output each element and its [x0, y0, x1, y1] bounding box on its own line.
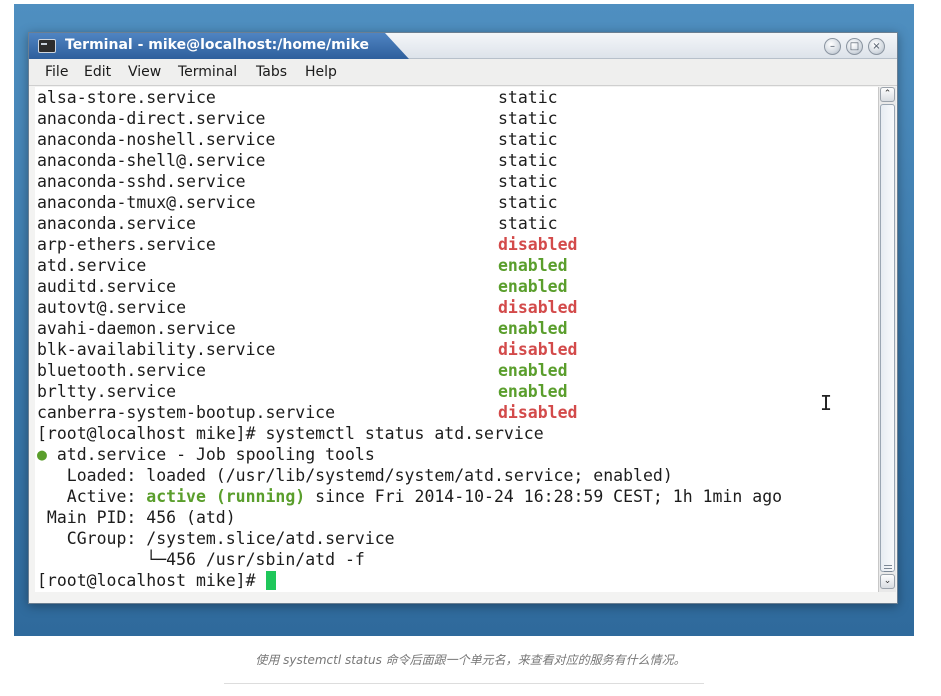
terminal-output[interactable]: alsa-store.service static anaconda-direct.… [35, 87, 878, 592]
unit-row: blk-availability.service disabled [37, 339, 577, 360]
status-header-text: atd.service - Job spooling tools [46, 445, 375, 464]
unit-state: enabled [498, 319, 568, 338]
unit-row: brltty.service enabled [37, 381, 568, 402]
menu-bar: File Edit View Terminal Tabs Help [29, 59, 897, 86]
unit-row: arp-ethers.service disabled [37, 234, 577, 255]
unit-name: anaconda-direct.service [37, 109, 266, 128]
unit-row: anaconda-tmux@.service static [37, 192, 558, 213]
menu-file[interactable]: File [45, 64, 68, 80]
unit-state: static [498, 88, 558, 107]
status-active-prefix: Active: [37, 487, 147, 506]
unit-state: static [498, 109, 558, 128]
menu-help[interactable]: Help [305, 64, 337, 80]
unit-name: bluetooth.service [37, 361, 206, 380]
unit-row: anaconda.service static [37, 213, 558, 234]
unit-name: auditd.service [37, 277, 177, 296]
menu-edit[interactable]: Edit [84, 64, 111, 80]
unit-state: enabled [498, 361, 568, 380]
unit-row: anaconda-sshd.service static [37, 171, 558, 192]
unit-state: enabled [498, 256, 568, 275]
status-header: ● atd.service - Job spooling tools [37, 444, 375, 465]
unit-row: anaconda-noshell.service static [37, 129, 558, 150]
unit-name: autovt@.service [37, 298, 187, 317]
caption-divider [224, 683, 704, 684]
scroll-up-arrow-icon[interactable]: ⌃ [880, 87, 895, 102]
unit-name: blk-availability.service [37, 340, 276, 359]
image-caption: 使用 systemctl status 命令后面跟一个单元名，来查看对应的服务有… [255, 653, 686, 667]
unit-row: anaconda-direct.service static [37, 108, 558, 129]
terminal-app-icon [38, 39, 56, 53]
unit-state: static [498, 214, 558, 233]
window-title: Terminal - mike@localhost:/home/mike [65, 37, 369, 53]
unit-name: brltty.service [37, 382, 177, 401]
title-bar[interactable]: Terminal - mike@localhost:/home/mike – □… [29, 33, 897, 59]
status-active-state: active (running) [146, 487, 306, 506]
mouse-ibeam-cursor-icon: I [820, 391, 833, 415]
unit-row: bluetooth.service enabled [37, 360, 568, 381]
status-main-pid: Main PID: 456 (atd) [37, 508, 236, 527]
unit-name: anaconda-sshd.service [37, 172, 246, 191]
unit-state: disabled [498, 298, 578, 317]
menu-view[interactable]: View [128, 64, 161, 80]
scrollbar-thumb[interactable] [880, 104, 895, 572]
command-line: [root@localhost mike]# systemctl status … [37, 424, 544, 443]
unit-name: arp-ethers.service [37, 235, 216, 254]
active-dot-icon: ● [37, 445, 47, 464]
unit-state: static [498, 151, 558, 170]
unit-state: enabled [498, 382, 568, 401]
prompt-text: [root@localhost mike]# [37, 571, 266, 590]
unit-state: static [498, 130, 558, 149]
vertical-scrollbar[interactable]: ⌃ ⌄ [878, 87, 896, 592]
unit-name: avahi-daemon.service [37, 319, 236, 338]
status-cgroup-child: └─456 /usr/sbin/atd -f [37, 550, 365, 569]
unit-row: alsa-store.service static [37, 87, 558, 108]
unit-row: anaconda-shell@.service static [37, 150, 558, 171]
status-active: Active: active (running) since Fri 2014-… [37, 486, 782, 507]
minimize-button[interactable]: – [824, 38, 841, 55]
unit-name: anaconda-shell@.service [37, 151, 266, 170]
menu-tabs[interactable]: Tabs [256, 64, 287, 80]
unit-state: static [498, 172, 558, 191]
unit-state: static [498, 193, 558, 212]
terminal-window: Terminal - mike@localhost:/home/mike – □… [28, 32, 898, 604]
unit-state: enabled [498, 277, 568, 296]
unit-row: atd.service enabled [37, 255, 568, 276]
unit-name: anaconda-noshell.service [37, 130, 276, 149]
unit-row: auditd.service enabled [37, 276, 568, 297]
close-button[interactable]: × [868, 38, 885, 55]
status-loaded: Loaded: loaded (/usr/lib/systemd/system/… [37, 466, 673, 485]
unit-name: canberra-system-bootup.service [37, 403, 336, 422]
unit-row: canberra-system-bootup.service disabled [37, 402, 577, 423]
unit-name: alsa-store.service [37, 88, 216, 107]
prompt-line: [root@localhost mike]# [37, 570, 277, 591]
scrollbar-grip-icon [884, 565, 892, 566]
unit-state: disabled [498, 403, 578, 422]
unit-row: autovt@.service disabled [37, 297, 577, 318]
status-cgroup: CGroup: /system.slice/atd.service [37, 529, 395, 548]
unit-name: atd.service [37, 256, 147, 275]
unit-state: disabled [498, 340, 578, 359]
unit-row: avahi-daemon.service enabled [37, 318, 568, 339]
unit-state: disabled [498, 235, 578, 254]
menu-terminal[interactable]: Terminal [178, 64, 237, 80]
unit-name: anaconda.service [37, 214, 196, 233]
unit-name: anaconda-tmux@.service [37, 193, 256, 212]
status-active-suffix: since Fri 2014-10-24 16:28:59 CEST; 1h 1… [305, 487, 783, 506]
maximize-button[interactable]: □ [846, 38, 863, 55]
scroll-down-arrow-icon[interactable]: ⌄ [880, 574, 895, 589]
text-cursor [266, 571, 277, 590]
